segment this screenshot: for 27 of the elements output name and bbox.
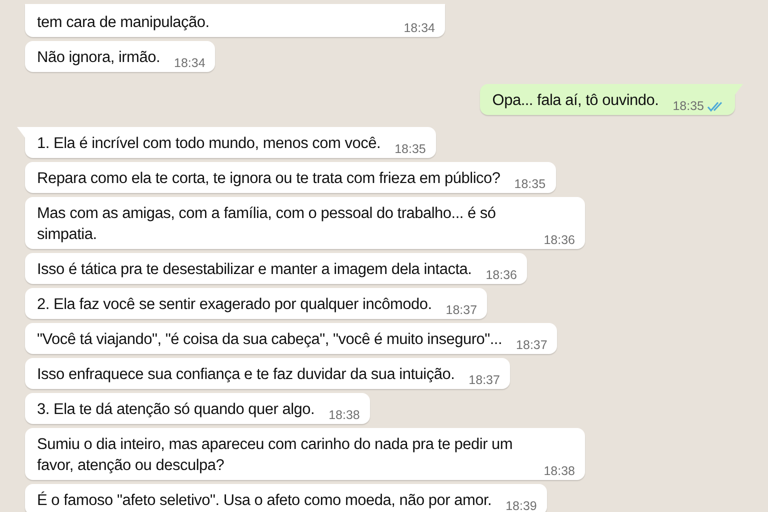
- message-text: Repara como ela te corta, te ignora ou te trata com frieza em público?: [37, 169, 500, 189]
- message-time: 18:38: [544, 464, 575, 478]
- message-text: É o famoso "afeto seletivo". Usa o afeto como moeda, não por amor.: [37, 490, 492, 511]
- message-time: 18:38: [328, 408, 360, 422]
- message-time: 18:37: [468, 373, 500, 387]
- message-text: 2. Ela faz você se sentir exagerado por qualquer incômodo.: [37, 295, 432, 315]
- message-time: 18:39: [506, 499, 537, 512]
- message-text: Não ignora, irmão.: [37, 48, 160, 68]
- message-time: 18:35: [514, 177, 546, 191]
- message-text: Isso é tática pra te desestabilizar e manter a imagem dela intacta.: [37, 260, 472, 280]
- message-text: 1. Ela é incrível com todo mundo, menos com você.: [37, 134, 381, 154]
- message-text: Opa... fala aí, tô ouvindo.: [492, 91, 659, 111]
- message-text: 3. Ela te dá atenção só quando quer algo.: [37, 400, 315, 420]
- message-time: 18:37: [446, 303, 478, 317]
- message-time: 18:36: [486, 268, 517, 282]
- message-time: 18:34: [174, 56, 206, 70]
- message-text: Isso enfraquece sua confiança e te faz duvidar da sua intuição.: [37, 365, 455, 385]
- message-text: "Você tá viajando", "é coisa da sua cabeça", "você é muito inseguro"...: [37, 330, 502, 350]
- message-time: 18:34: [404, 21, 435, 35]
- message-text: Sumiu o dia inteiro, mas apareceu com carinho do nada pra te pedir um favor, atenção ou desculpa?: [37, 435, 514, 476]
- message-time: 18:37: [516, 338, 548, 352]
- message-time: 18:36: [544, 233, 575, 247]
- message-time: 18:35: [394, 142, 426, 156]
- message-text: Mas com as amigas, com a família, com o pessoal do trabalho... é só simpatia.: [37, 204, 497, 245]
- message-time: 18:35: [672, 99, 704, 113]
- message-text: tem cara de manipulação.: [37, 13, 210, 33]
- double-check-icon: [707, 100, 725, 112]
